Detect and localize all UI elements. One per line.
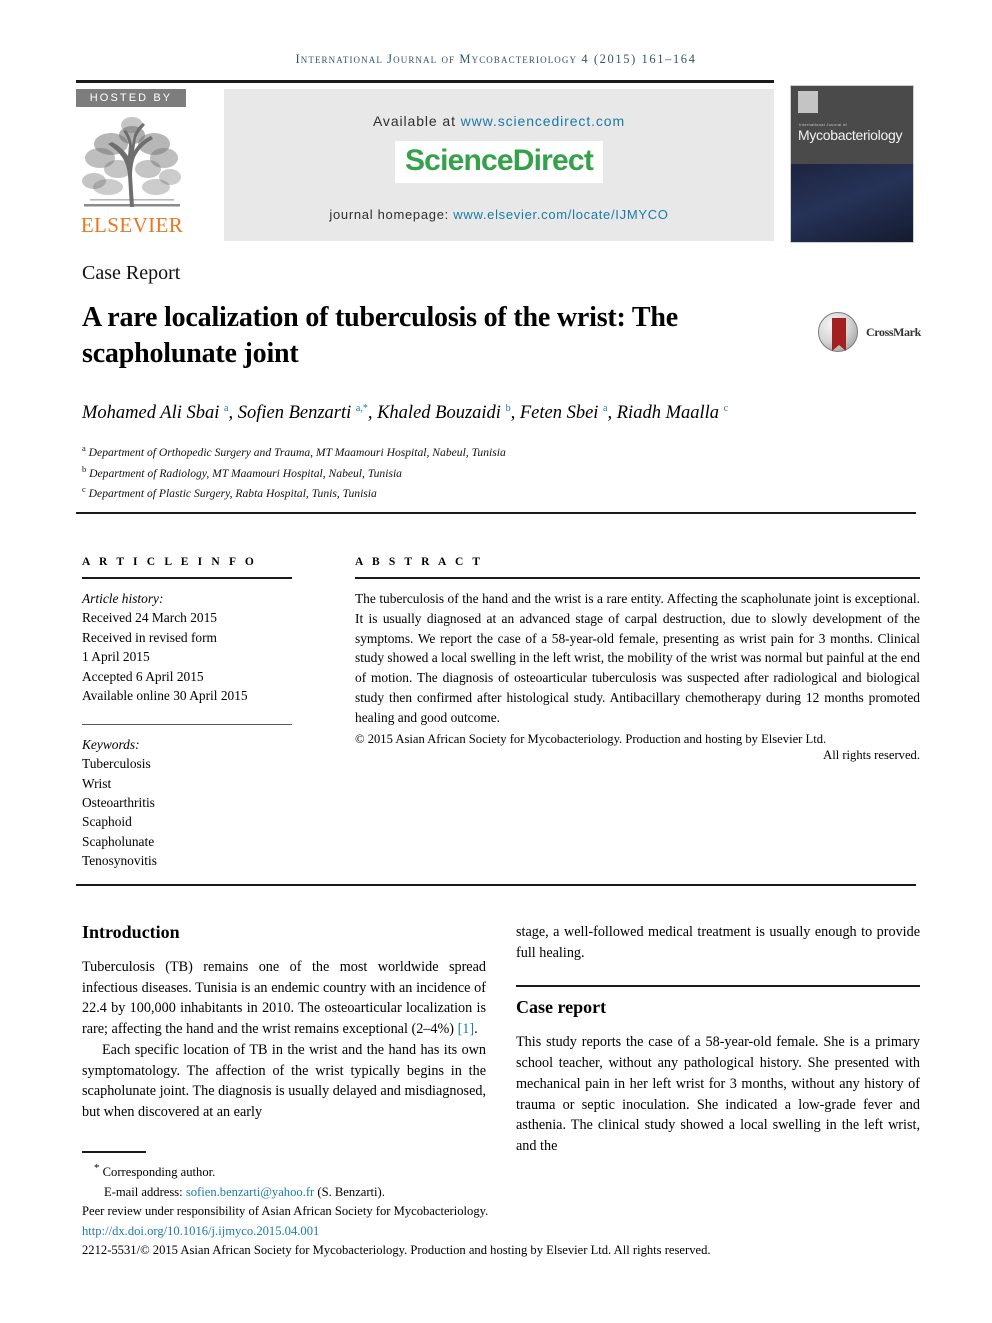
elsevier-logo-block: HOSTED BY ELSEVIER [76, 89, 200, 241]
article-info-top-rule [76, 512, 916, 514]
peer-review-note: Peer review under responsibility of Asia… [82, 1204, 489, 1219]
sciencedirect-logo[interactable]: ScienceDirect [224, 141, 774, 183]
running-head-volume: 4 (2015) 161–164 [581, 52, 697, 66]
article-history: Article history: Received 24 March 2015 R… [82, 589, 292, 706]
cover-photo [791, 164, 913, 242]
citation-ref-1[interactable]: [1] [458, 1021, 475, 1037]
elsevier-wordmark: ELSEVIER [80, 213, 184, 237]
cover-elsevier-icon [798, 91, 818, 113]
sciencedirect-panel: Available at www.sciencedirect.com Scien… [224, 89, 774, 241]
case-report-paragraph-1: This study reports the case of a 58-year… [516, 1034, 920, 1155]
affiliation-item: c Department of Plastic Surgery, Rabta H… [82, 484, 377, 501]
keywords-label: Keywords: [82, 736, 140, 752]
crossmark-logo[interactable]: CrossMark [818, 312, 928, 354]
available-at-line: Available at www.sciencedirect.com [224, 113, 774, 129]
email-link[interactable]: sofien.benzarti@yahoo.fr [186, 1185, 314, 1199]
keyword-item: Tenosynovitis [82, 853, 157, 869]
article-history-label: Article history: [82, 591, 164, 606]
cover-title: Mycobacteriology [798, 127, 903, 143]
intro-paragraph-1-end: . [474, 1021, 478, 1038]
abstract-text: The tuberculosis of the hand and the wri… [355, 591, 920, 725]
abstract-rights: All rights reserved. [823, 748, 920, 763]
journal-homepage-line: journal homepage: www.elsevier.com/locat… [224, 207, 774, 222]
journal-homepage-prefix: journal homepage: [329, 207, 454, 222]
abstract-rule [355, 577, 920, 579]
body-top-rule [76, 884, 916, 886]
page-title: A rare localization of tuberculosis of t… [82, 302, 679, 369]
keywords-separator [82, 723, 292, 725]
corresponding-author-note: * Corresponding author. [82, 1160, 922, 1183]
running-head-journal: International Journal of Mycobacteriolog… [295, 52, 578, 66]
crossmark-ribbon-icon [832, 318, 846, 351]
masthead: HOSTED BY ELSEVIER Available at www.scie… [76, 80, 916, 243]
email-suffix: (S. Benzarti). [314, 1184, 385, 1199]
article-history-item: Received in revised form [82, 629, 217, 645]
keyword-item: Osteoarthritis [82, 794, 155, 810]
affiliation-item: b Department of Radiology, MT Maamouri H… [82, 463, 402, 480]
journal-homepage-link[interactable]: www.elsevier.com/locate/IJMYCO [453, 207, 668, 222]
sciencedirect-link[interactable]: www.sciencedirect.com [461, 113, 625, 129]
keyword-item: Scapholunate [82, 833, 155, 849]
author-list: Mohamed Ali Sbai a, Sofien Benzarti a,*,… [82, 403, 729, 424]
abstract-heading: A B S T R A C T [355, 556, 484, 568]
case-report-rule [516, 985, 920, 988]
body-right-column: stage, a well-followed medical treatment… [516, 922, 920, 1157]
corresponding-author-text: Corresponding author. [102, 1165, 216, 1180]
available-at-prefix: Available at [372, 113, 461, 129]
keywords-items: Tuberculosis Wrist Osteoarthritis Scaphoid S… [82, 754, 292, 871]
journal-article-page: International Journal of Mycobacteriolog… [0, 0, 992, 1323]
article-history-item: 1 April 2015 [82, 649, 150, 665]
footnote-block: * Corresponding author. E-mail address: … [82, 1160, 922, 1261]
affiliation-item: a Department of Orthopedic Surgery and T… [82, 443, 506, 459]
affiliation-marker: b [82, 463, 87, 474]
running-head: International Journal of Mycobacteriolog… [76, 52, 916, 67]
intro-paragraph-continuation: stage, a well-followed medical treatment… [516, 924, 920, 961]
article-history-item: Accepted 6 April 2015 [82, 668, 204, 684]
article-info-column: A R T I C L E I N F O Article history: R… [82, 556, 292, 871]
body-left-column: Introduction Tuberculosis (TB) remains o… [82, 922, 486, 1123]
intro-paragraph-1: Tuberculosis (TB) remains one of the mos… [82, 957, 486, 1040]
section-heading-introduction: Introduction [82, 922, 180, 942]
sciencedirect-wordmark: ScienceDirect [404, 144, 594, 177]
hosted-by-badge: HOSTED BY [76, 89, 186, 107]
article-info-heading: A R T I C L E I N F O [82, 556, 257, 568]
issn-copyright-line: 2212-5531/© 2015 Asian African Society f… [82, 1243, 711, 1258]
crossmark-label: CrossMark [866, 325, 921, 339]
cover-top-band: International Journal of Mycobacteriolog… [791, 86, 913, 164]
journal-cover-thumbnail[interactable]: International Journal of Mycobacteriolog… [790, 85, 914, 243]
section-heading-case-report: Case report [516, 997, 607, 1018]
article-info-rule [82, 577, 292, 579]
intro-paragraph-1-text: Tuberculosis (TB) remains one of the mos… [82, 959, 486, 1038]
masthead-top-rule [76, 80, 774, 83]
footnote-rule [82, 1151, 146, 1153]
article-type-label: Case Report [82, 262, 181, 284]
abstract-copyright: © 2015 Asian African Society for Mycobac… [355, 731, 827, 746]
affiliation-marker: c [82, 484, 86, 495]
keywords-block: Keywords: Tuberculosis Wrist Osteoarthriti… [82, 735, 292, 871]
intro-paragraph-2: Each specific location of TB in the wris… [82, 1041, 487, 1121]
article-history-items: Received 24 March 2015 Received in revise… [82, 608, 292, 705]
article-history-item: Received 24 March 2015 [82, 610, 217, 626]
email-note: E-mail address: sofien.benzarti@yahoo.fr… [82, 1183, 922, 1203]
doi-link[interactable]: http://dx.doi.org/10.1016/j.ijmyco.2015.… [82, 1222, 922, 1242]
affiliation-list: a Department of Orthopedic Surgery and T… [82, 442, 842, 504]
keyword-item: Wrist [82, 775, 112, 791]
crossmark-badge-icon [818, 312, 858, 352]
asterisk-icon: * [94, 1162, 100, 1174]
email-label: E-mail address: [104, 1184, 186, 1199]
keyword-item: Scaphoid [82, 814, 132, 830]
affiliation-marker: a [82, 443, 86, 453]
abstract-column: A B S T R A C T The tuberculosis of the … [355, 556, 920, 763]
keyword-item: Tuberculosis [82, 756, 151, 772]
article-history-item: Available online 30 April 2015 [82, 688, 248, 704]
elsevier-tree-icon [78, 111, 186, 211]
